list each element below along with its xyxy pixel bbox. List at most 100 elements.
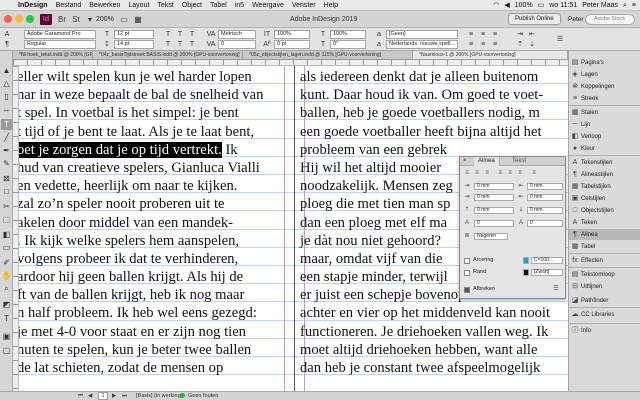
preview-mode-icon[interactable]: ▢	[1, 345, 12, 356]
zoom-window-button[interactable]	[26, 15, 34, 23]
dock-item-text-wrap[interactable]: ▤ Tekstomloop	[569, 269, 640, 280]
vertical-ruler[interactable]	[13, 66, 19, 391]
dock-item-layers[interactable]: ◈ Lagen	[569, 69, 640, 80]
border-color-select[interactable]: [Zwart]	[531, 269, 563, 276]
dock-item-char-styles[interactable]: A Tekenstijlen	[569, 157, 640, 168]
spotlight-icon[interactable]: ⌕	[623, 0, 627, 11]
page-tool-icon[interactable]: ▯	[1, 91, 12, 102]
control-panel-menu-icon[interactable]: ☰	[555, 35, 565, 44]
baseline-shift-field[interactable]: 0 pt	[274, 40, 310, 49]
menu-bestand[interactable]: Bestand	[52, 0, 86, 11]
publish-online-button[interactable]: Publish Online	[508, 13, 561, 25]
align-left-icon[interactable]: ≡	[463, 170, 471, 177]
battery-icon[interactable]: ▭	[538, 0, 545, 11]
font-size-field[interactable]: 12 pt	[114, 30, 154, 39]
first-page-icon[interactable]: ⏮	[78, 392, 83, 400]
battery-percent[interactable]: 100%	[515, 0, 533, 11]
pen-tool-icon[interactable]: ✒	[1, 145, 12, 156]
subscript-icon[interactable]: T	[175, 40, 185, 49]
stock-icon[interactable]: St	[70, 14, 82, 25]
tracking-field[interactable]: 0	[218, 40, 256, 49]
shading-color-select[interactable]: C=100...	[531, 257, 563, 264]
master-style-label[interactable]: [Basis] (in werking)	[136, 392, 182, 400]
zoom-level[interactable]: 200%	[96, 14, 114, 25]
superscript-icon[interactable]: T	[163, 40, 173, 49]
align-left-icon[interactable]: ≡	[466, 30, 476, 39]
gap-tool-icon[interactable]: ↔	[1, 104, 12, 115]
doc-tab-2[interactable]: *04z_basisTijdstreek BASIS.indd @ 200% […	[93, 51, 243, 59]
dock-item-links[interactable]: ⊗ Koppelingen	[569, 81, 640, 92]
gradient-tool-icon[interactable]: ◧	[1, 229, 12, 240]
doc-tab-4-active[interactable]: *Naamloos-1 @ 200% [GPU-voorvertoning]	[413, 51, 568, 59]
wifi-icon[interactable]: ◠	[493, 0, 499, 11]
fill-stroke-icon[interactable]: ◩	[1, 299, 12, 310]
dock-item-swatches[interactable]: ▦ Stalen	[569, 107, 640, 118]
dock-item-align[interactable]: ⊟ Uitlijnen	[569, 281, 640, 292]
notification-center-icon[interactable]: ≡	[632, 0, 636, 11]
font-family-field[interactable]: Adobe Garamond Pro	[24, 30, 96, 39]
first-line-indent-field[interactable]: 0 mm	[474, 194, 514, 201]
space-before-field[interactable]: 0 mm	[474, 207, 514, 214]
workspace-user[interactable]: Peter	[568, 14, 584, 25]
char-formatting-icon[interactable]: A	[2, 30, 12, 39]
tab-tekst[interactable]: Tekst	[509, 157, 529, 166]
menu-tabel[interactable]: Tabel	[206, 0, 231, 11]
text-column-left[interactable]: eller wilt spelen kun je wel harder lope…	[17, 68, 263, 377]
dock-item-para-styles[interactable]: ¶ Alineastijlen	[569, 169, 640, 180]
formatting-affects-text-icon[interactable]: T	[1, 313, 12, 324]
panel-menu-icon[interactable]: ☰	[552, 286, 560, 293]
rectangle-frame-tool-icon[interactable]: ⊠	[1, 173, 12, 184]
kerning-field[interactable]: Metrisch	[218, 30, 256, 39]
underline-icon[interactable]: T	[187, 30, 197, 39]
indent-right-field[interactable]: 0 mm	[527, 183, 563, 190]
menu-help[interactable]: Help	[320, 0, 342, 11]
dock-item-table[interactable]: ▦ Tabel	[569, 241, 640, 252]
horizontal-scale-field[interactable]: 100%	[330, 30, 366, 39]
space-before-icon[interactable]: ⇡	[515, 40, 525, 49]
menubar-user[interactable]: Peter Maas	[582, 0, 618, 11]
dock-item-object-styles[interactable]: □ Objectstijlen	[569, 205, 640, 216]
justify-center-icon[interactable]: ≡	[478, 40, 488, 49]
page-number-field[interactable]: 1	[98, 392, 108, 400]
dock-item-pages[interactable]: ▤ Pagina's	[569, 57, 640, 68]
strikethrough-icon[interactable]: T	[187, 40, 197, 49]
next-page-icon[interactable]: ▶	[112, 392, 116, 400]
dock-item-color[interactable]: ● Kleur	[569, 143, 640, 154]
screen-mode-icon[interactable]: ▭	[118, 14, 130, 25]
dock-item-info[interactable]: ⓘ Info	[569, 325, 640, 336]
align-right-icon[interactable]: ≡	[490, 30, 500, 39]
last-page-icon[interactable]: ⏭	[122, 392, 127, 400]
prev-page-icon[interactable]: ◀	[88, 392, 92, 400]
arrange-documents-icon[interactable]: ▦	[132, 14, 144, 25]
type-tool-icon[interactable]: T	[1, 119, 12, 130]
dock-item-gradient[interactable]: ◧ Verloop	[569, 131, 640, 142]
minimize-window-button[interactable]	[15, 15, 23, 23]
dock-item-effects[interactable]: fx Effecten	[569, 255, 640, 266]
line-tool-icon[interactable]: ╱	[1, 132, 12, 143]
preflight-status[interactable]: Geen fouten	[188, 392, 218, 400]
menu-tekst[interactable]: Tekst	[153, 0, 177, 11]
menu-object[interactable]: Object	[178, 0, 206, 11]
selection-tool-icon[interactable]: ▲	[1, 65, 12, 76]
hyphenate-checkbox[interactable]	[464, 287, 470, 293]
scissors-tool-icon[interactable]: ✂	[1, 201, 12, 212]
bold-icon[interactable]: T	[163, 30, 173, 39]
indent-left-field[interactable]: 0 mm	[474, 183, 514, 190]
dock-item-stroke[interactable]: ≡ Streek	[569, 93, 640, 104]
menu-in5[interactable]: in5	[231, 0, 248, 11]
tab-alinea[interactable]: Alinea	[474, 157, 500, 166]
text-selection[interactable]: oet je zorgen dat je op tijd vertrekt.	[17, 141, 222, 158]
justify-all-icon[interactable]: ≡	[516, 170, 524, 177]
close-window-button[interactable]	[4, 15, 12, 23]
drop-cap-lines-field[interactable]: 0	[474, 220, 514, 227]
stock-search-input[interactable]: Adobe Stock	[585, 14, 635, 25]
char-style-field[interactable]: [Geen]	[386, 30, 458, 39]
direct-selection-tool-icon[interactable]: △	[1, 78, 12, 89]
align-right-icon[interactable]: ≡	[483, 170, 491, 177]
normal-mode-icon[interactable]: ▣	[1, 331, 12, 342]
hand-tool-icon[interactable]: ✋	[1, 270, 12, 281]
indent-left-icon[interactable]: ⇥	[515, 30, 525, 39]
justify-icon[interactable]: ≡	[496, 170, 504, 177]
menu-venster[interactable]: Venster	[288, 0, 320, 11]
zoom-tool-icon[interactable]: ⌕	[1, 283, 12, 294]
